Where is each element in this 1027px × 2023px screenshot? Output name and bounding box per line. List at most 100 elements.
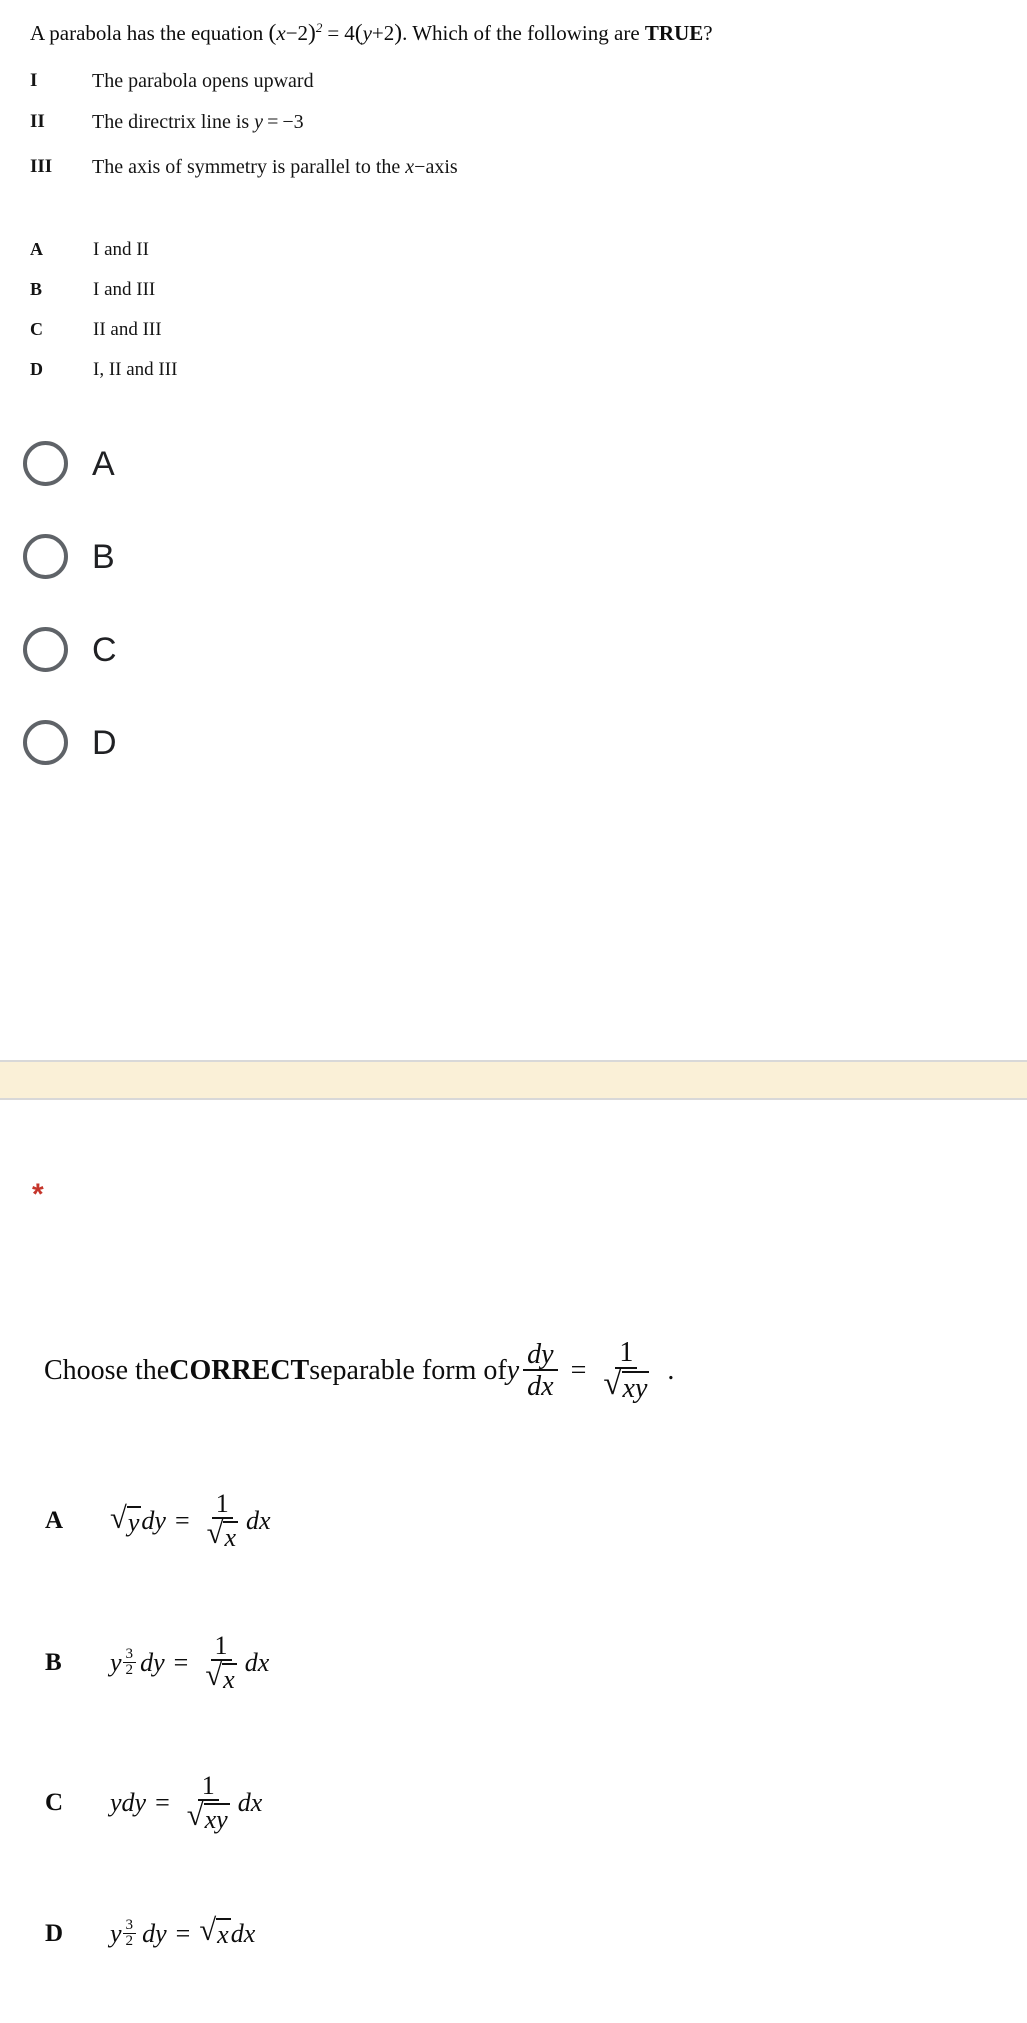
question-2-choice-a: A √ y dy = 1 √ x dx [0, 1490, 1027, 1552]
question-2-choice-b: B y 3 2 dy = 1 √ x dx [0, 1632, 1027, 1695]
radio-option-c-label: C [92, 630, 117, 669]
radio-option-d-label: D [92, 723, 117, 762]
q2-stem-rhs-denominator: √ xy [599, 1365, 653, 1404]
choice-d-lhs-differential: dy [142, 1918, 167, 1948]
choice-c-lhs-base: y [110, 1787, 122, 1817]
q2-stem-rhs-numerator: 1 [615, 1338, 638, 1370]
equation-lhs-var: x [276, 21, 286, 45]
statement-text-iii: The axis of symmetry is parallel to the … [92, 156, 458, 179]
square-root-icon: √ xy [603, 1365, 650, 1404]
choice-a-rhs-numerator: 1 [211, 1490, 233, 1520]
choice-a-rhs-denominator: √ x [203, 1516, 242, 1553]
choice-b-rhs-denominator: √ x [201, 1658, 240, 1695]
q2-stem-lhs-variable: y [506, 1354, 520, 1386]
equation-rhs-coefficient: 4 [344, 21, 355, 45]
statement-iii-axis-word: axis [425, 156, 458, 178]
question-2-choice-d-letter: D [45, 1919, 64, 1947]
choice-b-exponent-numerator: 3 [122, 1647, 137, 1664]
question-2-choice-c: C y dy = 1 √ xy dx [0, 1772, 1027, 1834]
statement-ii-variable: y [254, 111, 264, 133]
equation-equals-sign: = [327, 21, 340, 45]
choice-b-equals: = [173, 1647, 189, 1677]
choice-a-rhs-radicand: x [223, 1521, 238, 1553]
q2-stem-derivative-denominator: dx [527, 1371, 554, 1403]
equation-rhs-var: y [362, 21, 372, 45]
radio-option-d[interactable]: D [0, 696, 1027, 789]
square-root-icon: √ xy [186, 1798, 230, 1833]
statement-iii-variable: x [405, 156, 415, 178]
radio-circle-icon[interactable] [23, 441, 68, 486]
choice-c-rhs-denominator: √ xy [183, 1798, 234, 1833]
choice-a-lhs-differential: dy [141, 1505, 166, 1535]
choice-c-equals: = [155, 1787, 170, 1817]
question-2-choice-d-expression: y 3 2 dy = √ x dx [110, 1915, 256, 1950]
statement-row-ii: II The directrix line is y = −3 [30, 111, 930, 134]
lettered-choice-d-text: I, II and III [93, 359, 178, 380]
equation-rhs-number: 2 [383, 21, 395, 45]
choice-d-exponent-numerator: 3 [122, 1917, 137, 1935]
radio-option-b-label: B [92, 537, 115, 576]
square-root-icon: √ y [110, 1502, 142, 1537]
equation-lhs-exponent: 2 [315, 20, 323, 35]
choice-b-rhs-radicand: x [222, 1663, 237, 1695]
radical-surd-glyph: √ [603, 1365, 622, 1402]
question-2-choice-d: D y 3 2 dy = √ x dx [0, 1915, 1027, 1950]
lettered-choice-a-text: I and II [93, 239, 149, 260]
statement-iii-dash: − [414, 156, 426, 178]
choice-c-rhs-numerator: 1 [197, 1772, 219, 1802]
question-1-stem: A parabola has the equation (x−2)2 = 4(y+2… [30, 19, 713, 48]
choice-d-rhs-radicand: x [216, 1918, 231, 1950]
question-2-choice-b-letter: B [45, 1648, 62, 1676]
radio-circle-icon[interactable] [23, 627, 68, 672]
choice-a-lhs-radicand: y [126, 1505, 142, 1537]
radio-option-b[interactable]: B [0, 510, 1027, 603]
statement-text-i: The parabola opens upward [92, 70, 314, 92]
radio-option-c[interactable]: C [0, 603, 1027, 696]
section-separator-band [0, 1060, 1027, 1100]
statement-numeral-ii: II [30, 111, 45, 132]
lettered-choice-b: B I and III [30, 279, 930, 301]
choice-d-rhs-differential: dx [230, 1918, 256, 1948]
choice-d-lhs-base: y [110, 1918, 122, 1948]
equation-rhs-close-paren: ) [394, 20, 403, 46]
radio-circle-icon[interactable] [23, 720, 68, 765]
lettered-choice-b-letter: B [30, 279, 43, 299]
statement-row-iii: III The axis of symmetry is parallel to t… [30, 156, 930, 179]
question-1-radio-group[interactable]: A B C D [0, 417, 1027, 789]
choice-c-rhs-fraction: 1 √ xy [183, 1772, 234, 1833]
radical-surd-glyph: √ [206, 1516, 224, 1551]
q2-stem-prefix: Choose the [44, 1354, 170, 1386]
lettered-choice-a-letter: A [30, 239, 43, 259]
choice-c-lhs-differential: dy [121, 1787, 147, 1817]
choice-b-exponent-fraction: 3 2 [122, 1647, 137, 1679]
q2-stem-period: . [667, 1354, 675, 1386]
lettered-choice-c-text: II and III [93, 319, 162, 340]
statement-ii-value: −3 [282, 111, 304, 133]
choice-d-equals: = [175, 1918, 191, 1948]
equation-lhs-number: 2 [297, 21, 309, 45]
question-2-choice-a-letter: A [45, 1506, 64, 1534]
radio-circle-icon[interactable] [23, 534, 68, 579]
square-root-icon: √ x [205, 1658, 237, 1695]
square-root-icon: √ x [206, 1516, 238, 1553]
equation-rhs-open-paren: ( [354, 20, 363, 46]
stem-middle-text: . Which of the following are [402, 21, 645, 45]
choice-b-lhs-base: y [110, 1647, 122, 1677]
radio-option-a[interactable]: A [0, 417, 1027, 510]
lettered-choice-d: D I, II and III [30, 359, 930, 381]
question-2-choice-c-letter: C [45, 1788, 64, 1816]
question-2-choice-c-expression: y dy = 1 √ xy dx [110, 1772, 262, 1834]
radical-surd-glyph: √ [186, 1798, 204, 1833]
radical-surd-glyph: √ [205, 1658, 223, 1693]
equation-lhs-minus: − [285, 21, 298, 45]
statement-numeral-iii: III [30, 156, 53, 177]
choice-a-equals: = [174, 1505, 190, 1535]
statement-ii-equals: = [267, 111, 279, 133]
lettered-choice-c: C II and III [30, 319, 930, 341]
lettered-choice-c-letter: C [30, 319, 43, 339]
choice-b-exponent-denominator: 2 [125, 1662, 134, 1679]
choice-a-rhs-fraction: 1 √ x [203, 1490, 242, 1551]
question-2-choice-b-expression: y 3 2 dy = 1 √ x dx [110, 1632, 269, 1695]
equation-lhs-close-paren: ) [308, 20, 316, 46]
q2-stem-radicand: xy [621, 1370, 650, 1404]
